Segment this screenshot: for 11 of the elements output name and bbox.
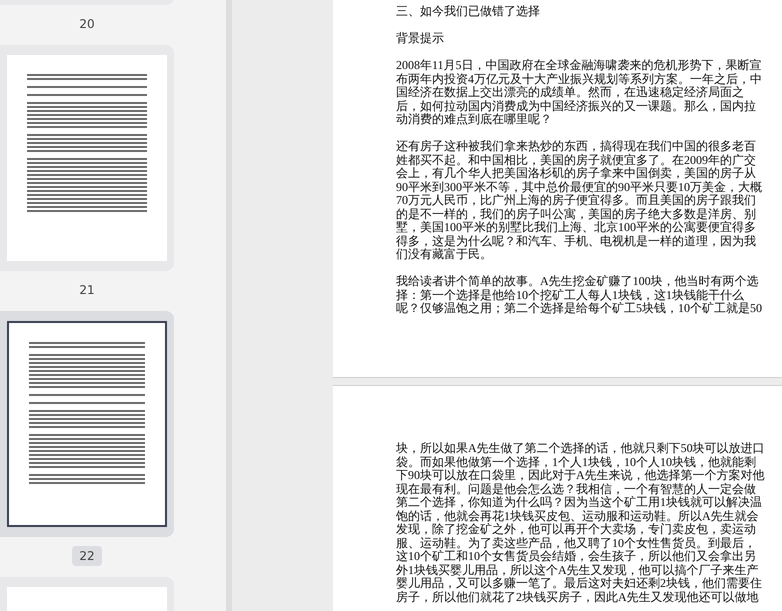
page-number: 22 [72, 546, 102, 566]
thumbnail-card[interactable] [0, 311, 174, 537]
paragraph: 块，所以如果A先生做了第二个选择的话，他就只剩下50块可以放进口 袋。而如果他做第一个选择，1个人1块钱，10个人10块钱，他就能剩 下90块可以放在口袋里，因此对于A先生来说，他选择第一个方案对他 现在最有利。问题是他会怎么选？我相信，一个有智慧的人一定会做 第二个选择，你知道为什么吗？因为当这个矿工用1块钱就可以解决温 饱的话，他就会再花1块钱买皮包、运动服和运动鞋。所以A先生就会 发现，除了挖金矿之外，他可以再开个大卖场，专门卖皮包，卖运动 服、运动鞋。为了卖这些产品，他又聘了10个女性售货员。到最后， 这10个矿工和10个女售货员会结婚，会生孩子，所以他们又会拿出另 外1块钱买婴儿用品，所以这个A先生又发现，他可以搞个厂子来生产 婴儿用品，又可以多赚一笔了。最后这对夫妇还剩2块钱，他们需要住 房子，所以他们就花了2块钱买房子，因此A先生又发现他还可以做地 [396, 442, 766, 604]
paragraph: 背景提示 [396, 32, 445, 46]
page-number: 20 [78, 16, 96, 33]
thumbnail-card[interactable] [0, 45, 174, 271]
paragraph: 我给读者讲个简单的故事。A先生挖金矿赚了100块，他当时有两个选 择：第一个选择是他给10个挖矿工人每人1块钱，这1块钱能干什么 呢？仅够温饱之用；第二个选择是给每个矿工5块钱，10个矿工就是50 [396, 275, 763, 316]
page-number: 21 [78, 282, 96, 299]
paragraph: 还有房子这种被我们拿来热炒的东西，搞得现在我们中国的很多老百 姓都买不起。和中国相比，美国的房子就便宜多了。在2009年的广交 会上，有几个华人把美国洛杉矶的房子拿来中国倒卖，美国的房子从 90平米到300平米不等，其中总价最便宜的90平米只要10万美金，大概 70万元人民币，比广州上海的房子便宜得多。而且美国的房子跟我们 的是不一样的，我们的房子叫公寓，美国的房子绝大多数是洋房、别 墅，美国100平米的别墅比我们上海、北京100平米的公寓要便宜得多 得多，这是为什么呢？和汽车、手机、电视机是一样的道理，因为我 们没有藏富于民。 [396, 140, 763, 262]
paragraph: 三、如今我们已做错了选择 [396, 5, 541, 18]
paragraph: 2008年11月5日，中国政府在全球金融海啸袭来的危机形势下，果断宣 布两年内投资4万亿元及十大产业振兴规划等系列方案。一年之后，中 国经济在数据上交出漂亮的成绩单。然而，在迅速稳定经济局面之 后，如何拉动国内消费成为中国经济振兴的又一课题。那么，国内拉 动消费的难点到底在哪里呢？ [396, 59, 763, 126]
